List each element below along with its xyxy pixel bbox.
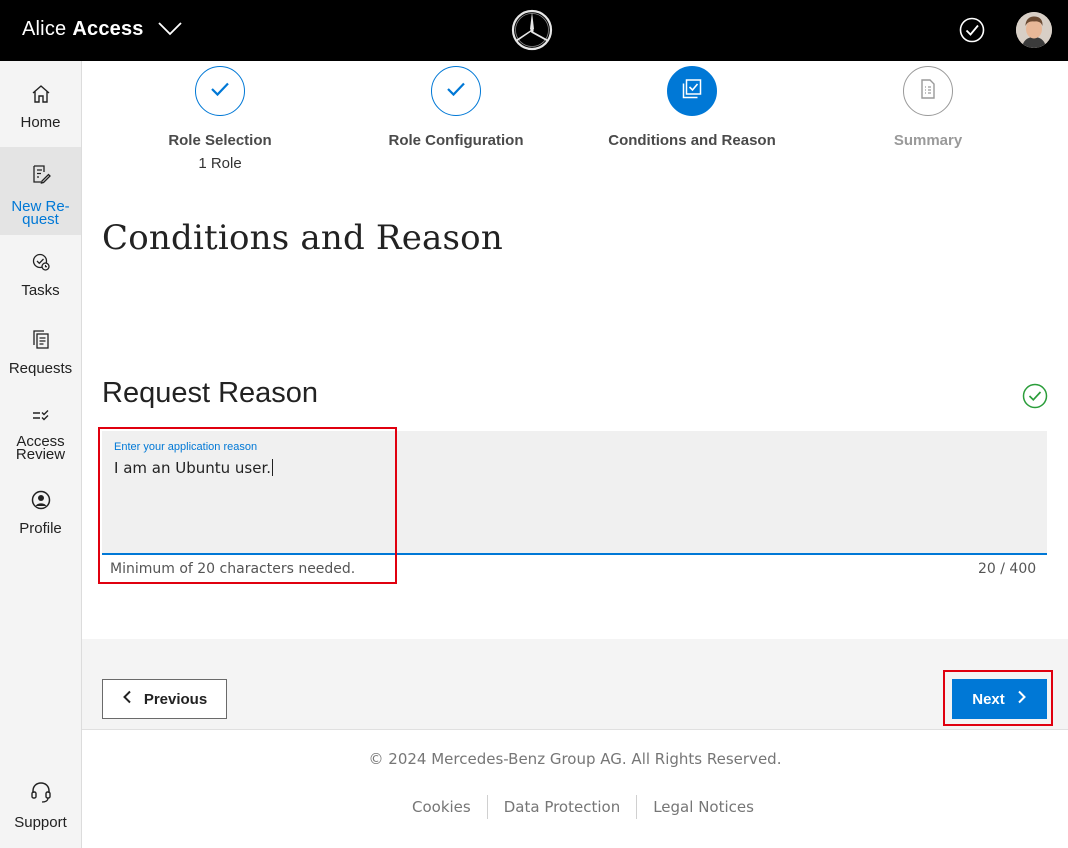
label-line-2: Review bbox=[15, 446, 66, 463]
step-label: Role Selection bbox=[168, 132, 272, 149]
chevron-left-icon bbox=[122, 690, 144, 708]
page-title: Conditions and Reason bbox=[102, 218, 503, 258]
sidebar-item-label: Profile bbox=[19, 520, 62, 537]
step-label: Role Configuration bbox=[388, 132, 524, 149]
sidebar-item-profile[interactable]: Profile bbox=[0, 489, 81, 549]
footer-link-legal-notices[interactable]: Legal Notices bbox=[653, 798, 754, 816]
step-pending-circle bbox=[903, 66, 953, 116]
highlight-box-next bbox=[943, 670, 1053, 726]
user-circle-icon bbox=[30, 489, 52, 516]
user-avatar[interactable] bbox=[1016, 12, 1052, 48]
sidebar-item-requests[interactable]: Requests bbox=[0, 329, 81, 389]
mercedes-star-logo bbox=[510, 8, 554, 57]
sidebar-item-home[interactable]: Home bbox=[0, 83, 81, 143]
checklist-document-icon bbox=[680, 77, 704, 106]
sidebar-item-label: New Re-quest bbox=[11, 199, 69, 228]
section-title: Request Reason bbox=[102, 377, 319, 409]
requests-icon bbox=[30, 329, 52, 356]
step-completed-circle bbox=[195, 66, 245, 116]
chevron-down-icon bbox=[157, 19, 182, 42]
action-bar bbox=[82, 639, 1068, 730]
app-name-light: Alice bbox=[22, 18, 67, 40]
edit-document-icon bbox=[30, 163, 52, 190]
sidebar-item-label: Tasks bbox=[21, 282, 60, 299]
tasks-icon bbox=[30, 251, 52, 278]
footer-link-data-protection[interactable]: Data Protection bbox=[504, 798, 620, 816]
sidebar-item-label: Access Review bbox=[15, 434, 66, 463]
step-current-circle bbox=[667, 66, 717, 116]
sidebar-item-access-review[interactable]: Access Review bbox=[0, 405, 81, 465]
check-icon bbox=[210, 81, 230, 102]
step-completed-circle bbox=[431, 66, 481, 116]
home-icon bbox=[30, 83, 52, 110]
check-icon bbox=[446, 81, 466, 102]
sidebar-item-label: Support bbox=[14, 814, 67, 831]
step-label: Summary bbox=[893, 132, 963, 149]
sidebar-item-support[interactable]: Support bbox=[0, 779, 81, 839]
headset-icon bbox=[28, 779, 54, 810]
previous-button-label: Previous bbox=[143, 690, 208, 708]
checklist-icon bbox=[30, 405, 52, 432]
footer-links: Cookies Data Protection Legal Notices bbox=[412, 795, 754, 819]
label-line-2: quest bbox=[22, 211, 59, 228]
step-conditions-and-reason[interactable]: Conditions and Reason bbox=[572, 66, 812, 149]
sidebar-nav: Home New Re-quest Tasks Requests Access R… bbox=[0, 61, 82, 848]
step-sublabel: 1 Role bbox=[198, 155, 242, 172]
tasks-check-icon[interactable] bbox=[959, 17, 985, 48]
character-counter: 20 / 400 bbox=[978, 561, 1037, 577]
app-name-bold: Access bbox=[72, 18, 144, 40]
summary-document-icon bbox=[918, 78, 938, 105]
footer-link-cookies[interactable]: Cookies bbox=[412, 798, 471, 816]
step-summary[interactable]: Summary bbox=[808, 66, 1048, 149]
top-header: Alice Access bbox=[0, 0, 1068, 61]
step-role-selection[interactable]: Role Selection 1 Role bbox=[100, 66, 340, 172]
footer-divider bbox=[486, 795, 488, 819]
sidebar-item-label: Requests bbox=[8, 360, 73, 377]
copyright-text: © 2024 Mercedes-Benz Group AG. All Right… bbox=[368, 750, 782, 768]
sidebar-item-tasks[interactable]: Tasks bbox=[0, 251, 81, 311]
previous-button[interactable]: Previous bbox=[102, 679, 227, 719]
app-switcher[interactable]: Alice Access bbox=[22, 17, 182, 42]
valid-check-icon bbox=[1022, 383, 1048, 414]
step-label: Conditions and Reason bbox=[608, 132, 776, 149]
sidebar-item-new-request[interactable]: New Re-quest bbox=[0, 147, 81, 235]
highlight-box-reason bbox=[98, 427, 397, 584]
footer-divider bbox=[636, 795, 638, 819]
sidebar-item-label: Home bbox=[20, 114, 61, 131]
step-role-configuration[interactable]: Role Configuration bbox=[336, 66, 576, 149]
